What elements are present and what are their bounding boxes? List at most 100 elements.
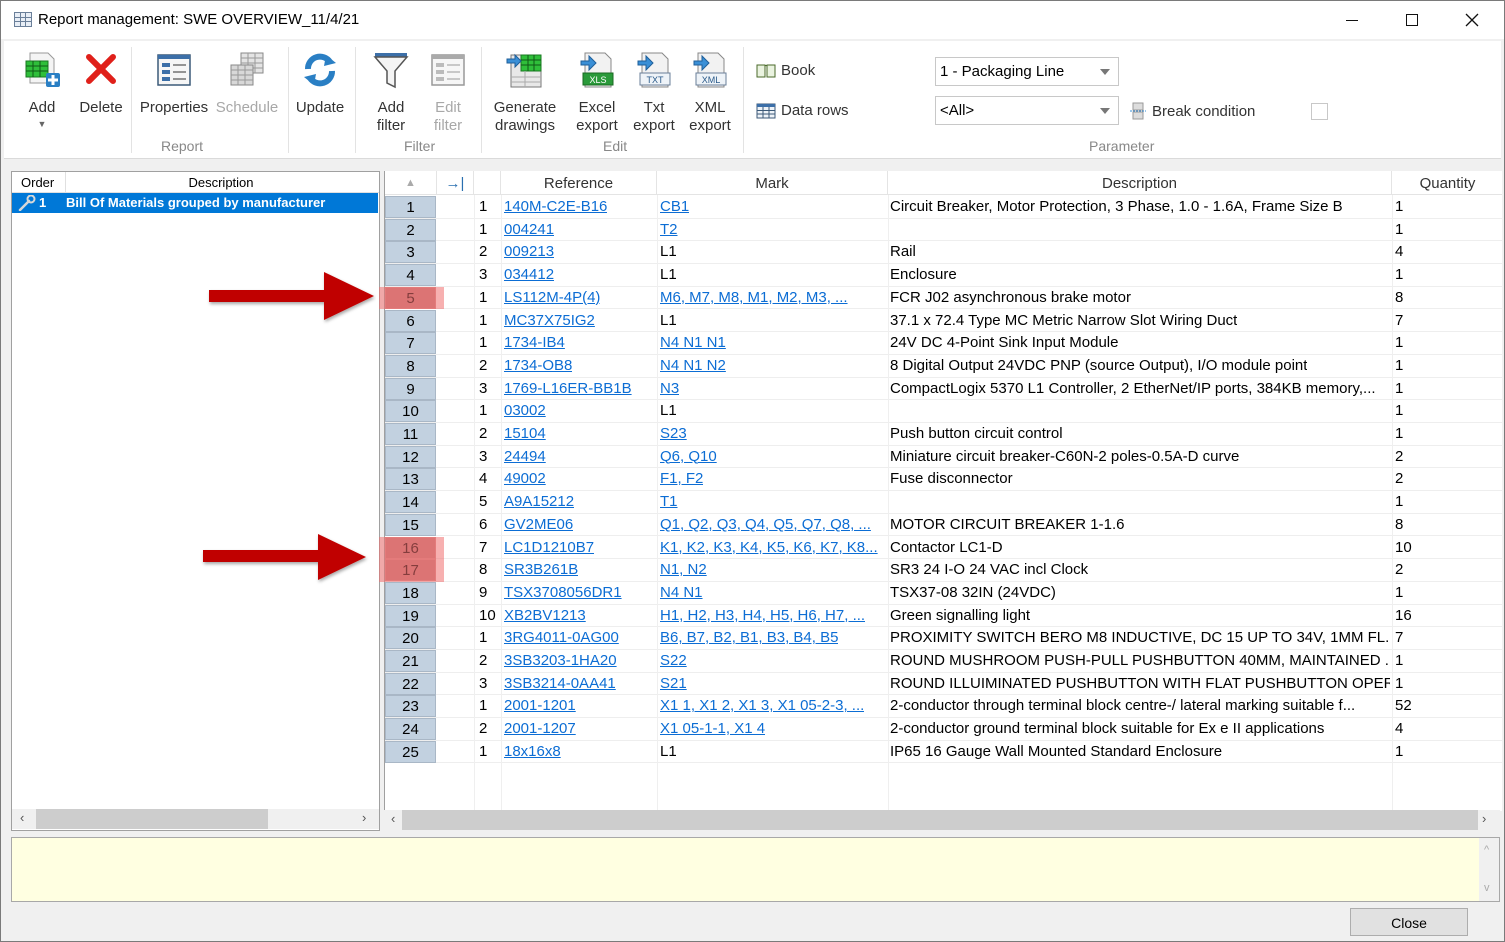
data-rows-select[interactable]: <All> — [935, 96, 1119, 125]
row-number[interactable]: 21 — [385, 650, 436, 672]
break-condition-checkbox[interactable] — [1311, 103, 1328, 120]
update-button[interactable]: Update — [292, 49, 348, 117]
cell-reference-link[interactable]: 1769-L16ER-BB1B — [504, 380, 632, 397]
cell-reference-link[interactable]: XB2BV1213 — [504, 607, 586, 624]
cell-reference-link[interactable]: 24494 — [504, 448, 546, 465]
row-number[interactable]: 3 — [385, 241, 436, 264]
report-list-item[interactable]: 1 Bill Of Materials grouped by manufactu… — [12, 193, 378, 213]
table-row[interactable]: 22 3 3SB3214-0AA41 S21 ROUND ILLUIMINATED PU… — [385, 672, 1502, 696]
row-number[interactable]: 22 — [385, 672, 436, 695]
row-number[interactable]: 15 — [385, 513, 436, 536]
maximize-button[interactable] — [1382, 1, 1442, 39]
row-number[interactable]: 8 — [385, 354, 436, 377]
row-number[interactable]: 9 — [385, 377, 436, 400]
column-header-description[interactable]: Description — [888, 171, 1392, 195]
cell-reference-link[interactable]: SR3B261B — [504, 561, 578, 578]
table-row[interactable]: 11 2 15104 S23 Push button circuit control 1 — [385, 423, 1502, 446]
cell-mark-link[interactable]: N4 N1 N1 — [660, 334, 726, 351]
sort-up-icon[interactable]: ▲ — [385, 171, 437, 195]
cell-mark-link[interactable]: B6, B7, B2, B1, B3, B4, B5 — [660, 629, 838, 646]
cell-reference-link[interactable]: 3SB3203-1HA20 — [504, 652, 617, 669]
cell-reference-link[interactable]: GV2ME06 — [504, 516, 573, 533]
table-row[interactable]: 12 3 24494 Q6, Q10 Miniature circuit breaker… — [385, 445, 1502, 469]
delete-button[interactable]: Delete — [72, 49, 130, 117]
cell-mark-link[interactable]: F1, F2 — [660, 470, 703, 487]
table-row[interactable]: 18 9 TSX3708056DR1 N4 N1 TSX37-08 32IN (24VD… — [385, 581, 1502, 605]
table-row[interactable]: 3 2 009213 L1 Rail 4 — [385, 241, 1502, 265]
minimize-button[interactable] — [1322, 1, 1382, 39]
add-dropdown-icon[interactable]: ▼ — [38, 117, 47, 131]
cell-reference-link[interactable]: 1734-IB4 — [504, 334, 565, 351]
cell-reference-link[interactable]: 140M-C2E-B16 — [504, 198, 607, 215]
cell-mark-link[interactable]: H1, H2, H3, H4, H5, H6, H7, ... — [660, 607, 865, 624]
column-header-order[interactable]: Order — [12, 172, 66, 193]
table-row[interactable]: 2 1 004241 T2 1 — [385, 218, 1502, 242]
close-window-button[interactable] — [1442, 1, 1502, 39]
scroll-left-icon[interactable]: ‹ — [20, 810, 24, 825]
close-button[interactable]: Close — [1350, 908, 1468, 936]
cell-reference-link[interactable]: 2001-1201 — [504, 697, 576, 714]
table-row[interactable]: 19 10 XB2BV1213 H1, H2, H3, H4, H5, H6, H7,… — [385, 604, 1502, 628]
row-number[interactable]: 25 — [385, 740, 436, 763]
cell-mark-link[interactable]: X1 1, X1 2, X1 3, X1 05-2-3, ... — [660, 697, 864, 714]
cell-reference-link[interactable]: 034412 — [504, 266, 554, 283]
row-number[interactable]: 6 — [385, 309, 436, 332]
table-row[interactable]: 20 1 3RG4011-0AG00 B6, B7, B2, B1, B3, B4, … — [385, 627, 1502, 650]
column-header-reference[interactable]: Reference — [501, 171, 657, 195]
table-row[interactable]: 4 3 034412 L1 Enclosure 1 — [385, 264, 1502, 287]
row-number[interactable]: 11 — [385, 423, 436, 445]
table-row[interactable]: 14 5 A9A15212 T1 1 — [385, 491, 1502, 514]
scrollbar-thumb[interactable] — [36, 809, 268, 829]
cell-reference-link[interactable]: 15104 — [504, 425, 546, 442]
cell-reference-link[interactable]: 49002 — [504, 470, 546, 487]
cell-reference-link[interactable]: 3RG4011-0AG00 — [504, 629, 619, 646]
scroll-right-icon[interactable]: › — [362, 810, 366, 825]
grid-horizontal-scrollbar[interactable]: ‹ › — [384, 810, 1500, 830]
column-header-description[interactable]: Description — [66, 172, 376, 193]
table-row[interactable]: 10 1 03002 L1 1 — [385, 400, 1502, 423]
cell-mark-link[interactable]: T2 — [660, 221, 678, 238]
txt-export-button[interactable]: TXT Txt export — [631, 49, 677, 135]
table-row[interactable]: 15 6 GV2ME06 Q1, Q2, Q3, Q4, Q5, Q7, Q8, ..… — [385, 513, 1502, 537]
table-row[interactable]: 9 3 1769-L16ER-BB1B N3 CompactLogix 5370 L1 … — [385, 377, 1502, 401]
cell-reference-link[interactable]: 1734-OB8 — [504, 357, 572, 374]
scroll-up-icon[interactable]: ^ — [1484, 844, 1489, 856]
table-row[interactable]: 25 1 18x16x8 L1 IP65 16 Gauge Wall Mounted S… — [385, 740, 1502, 764]
cell-mark-link[interactable]: CB1 — [660, 198, 689, 215]
cell-mark-link[interactable]: Q1, Q2, Q3, Q4, Q5, Q7, Q8, ... — [660, 516, 871, 533]
column-header-quantity[interactable]: Quantity — [1392, 171, 1502, 195]
add-button[interactable]: Add ▼ — [14, 49, 70, 131]
cell-reference-link[interactable]: 3SB3214-0AA41 — [504, 675, 616, 692]
table-row[interactable]: 7 1 1734-IB4 N4 N1 N1 24V DC 4-Point Sink In… — [385, 332, 1502, 355]
xml-export-button[interactable]: XML XML export — [687, 49, 733, 135]
cell-mark-link[interactable]: T1 — [660, 493, 678, 510]
row-number[interactable]: 7 — [385, 332, 436, 355]
cell-mark-link[interactable]: S22 — [660, 652, 687, 669]
schedule-button[interactable]: Schedule — [214, 49, 280, 117]
cell-reference-link[interactable]: 004241 — [504, 221, 554, 238]
scrollbar-thumb[interactable] — [402, 810, 1478, 830]
cell-mark-link[interactable]: Q6, Q10 — [660, 448, 717, 465]
table-row[interactable]: 21 2 3SB3203-1HA20 S22 ROUND MUSHROOM PUSH-P… — [385, 650, 1502, 673]
cell-mark-link[interactable]: M6, M7, M8, M1, M2, M3, ... — [660, 289, 848, 306]
row-number[interactable]: 12 — [385, 445, 436, 468]
cell-mark-link[interactable]: N3 — [660, 380, 679, 397]
cell-mark-link[interactable]: S21 — [660, 675, 687, 692]
row-number[interactable]: 20 — [385, 627, 436, 650]
table-row[interactable]: 6 1 MC37X75IG2 L1 37.1 x 72.4 Type MC Metric… — [385, 309, 1502, 333]
cell-reference-link[interactable]: TSX3708056DR1 — [504, 584, 622, 601]
cell-reference-link[interactable]: 2001-1207 — [504, 720, 576, 737]
edit-filter-button[interactable]: Edit filter — [427, 49, 469, 135]
table-row[interactable]: 24 2 2001-1207 X1 05-1-1, X1 4 2-conductor g… — [385, 718, 1502, 741]
row-number[interactable]: 23 — [385, 695, 436, 718]
table-row[interactable]: 8 2 1734-OB8 N4 N1 N2 8 Digital Output 24VDC… — [385, 354, 1502, 378]
message-area[interactable]: ^ v — [11, 837, 1500, 902]
row-number[interactable]: 19 — [385, 604, 436, 627]
report-list-horizontal-scrollbar[interactable]: ‹ › — [12, 809, 379, 829]
cell-reference-link[interactable]: A9A15212 — [504, 493, 574, 510]
row-number[interactable]: 13 — [385, 468, 436, 491]
cell-reference-link[interactable]: 009213 — [504, 243, 554, 260]
generate-drawings-button[interactable]: Generate drawings — [492, 49, 558, 135]
row-number[interactable]: 10 — [385, 400, 436, 423]
table-row[interactable]: 1 1 140M-C2E-B16 CB1 Circuit Breaker, Motor … — [385, 196, 1502, 219]
